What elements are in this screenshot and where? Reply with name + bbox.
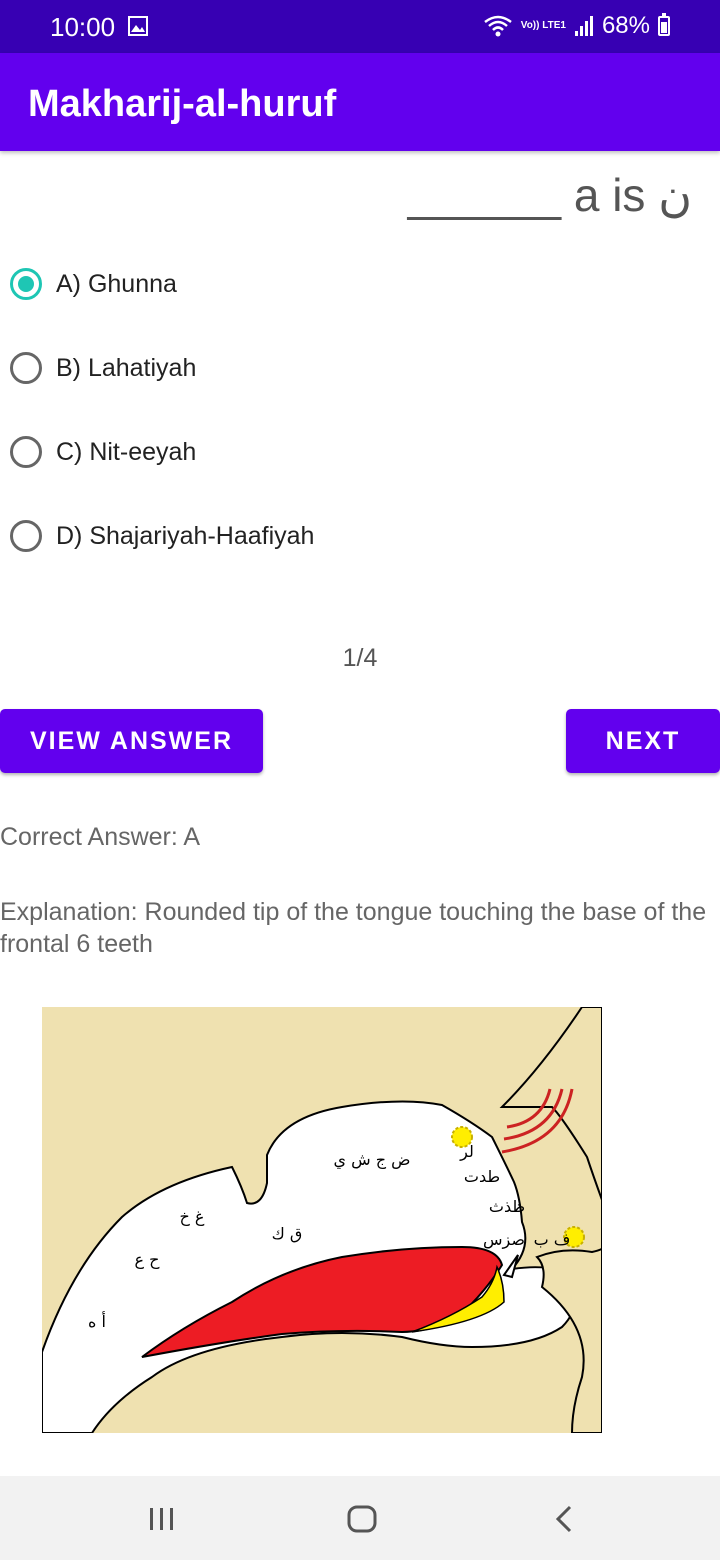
explanation-text: Explanation: Rounded tip of the tongue t… xyxy=(0,898,707,958)
next-button[interactable]: NEXT xyxy=(566,709,720,773)
label-kq: ق ك xyxy=(272,1224,303,1243)
label-ha: ح ع xyxy=(135,1250,161,1270)
label-palate: ض ج ش ي xyxy=(334,1150,411,1170)
option-a[interactable]: A) Ghunna xyxy=(10,242,314,326)
app-bar: Makharij-al-huruf xyxy=(0,53,720,151)
correct-answer-text: Correct Answer: A xyxy=(0,823,201,851)
battery-icon xyxy=(658,13,670,36)
recent-apps-icon[interactable] xyxy=(148,1506,176,1532)
home-icon[interactable] xyxy=(346,1504,378,1534)
label-ghkh: غ خ xyxy=(180,1207,205,1227)
label-fb: ف ب xyxy=(534,1230,571,1249)
option-b[interactable]: B) Lahatiyah xyxy=(10,326,314,410)
label-hamza: أ ه xyxy=(88,1311,106,1331)
gallery-icon xyxy=(128,16,148,36)
option-c[interactable]: C) Nit-eeyah xyxy=(10,410,314,494)
back-icon[interactable] xyxy=(554,1504,574,1534)
radio-button-checked[interactable] xyxy=(10,268,42,300)
question-counter: 1/4 xyxy=(342,644,378,672)
label-zdhth: ظذث xyxy=(489,1197,525,1216)
navigation-bar xyxy=(0,1476,720,1560)
option-label: D) Shajariyah-Haafiyah xyxy=(56,521,315,550)
wifi-icon xyxy=(484,15,512,37)
battery-percent: 68% xyxy=(601,12,650,39)
radio-button[interactable] xyxy=(10,352,42,384)
app-title: Makharij-al-huruf xyxy=(28,83,337,125)
label-lr: لر xyxy=(459,1142,474,1162)
label-tdt: طدت xyxy=(464,1167,500,1186)
option-label: C) Nit-eeyah xyxy=(56,437,197,466)
network-label: Vo)) LTE1 xyxy=(520,20,566,31)
option-d[interactable]: D) Shajariyah-Haafiyah xyxy=(10,494,314,578)
status-bar: 10:00 Vo)) LTE1 68% xyxy=(0,0,720,53)
option-label: B) Lahatiyah xyxy=(56,353,197,382)
option-label: A) Ghunna xyxy=(56,269,177,298)
makharij-diagram: ض ج ش ي لر طدت ظذث صزس ف ب ق ك غ خ ح ع أ… xyxy=(42,1007,602,1433)
label-sz: صزس xyxy=(483,1230,525,1250)
signal-icon xyxy=(574,16,593,36)
radio-button[interactable] xyxy=(10,436,42,468)
view-answer-button[interactable]: VIEW ANSWER xyxy=(0,709,263,773)
radio-button[interactable] xyxy=(10,520,42,552)
status-time: 10:00 xyxy=(50,12,116,42)
question-text: ______ a is ن xyxy=(407,169,692,221)
options-group: A) Ghunna B) Lahatiyah C) Nit-eeyah D) S… xyxy=(10,242,314,578)
